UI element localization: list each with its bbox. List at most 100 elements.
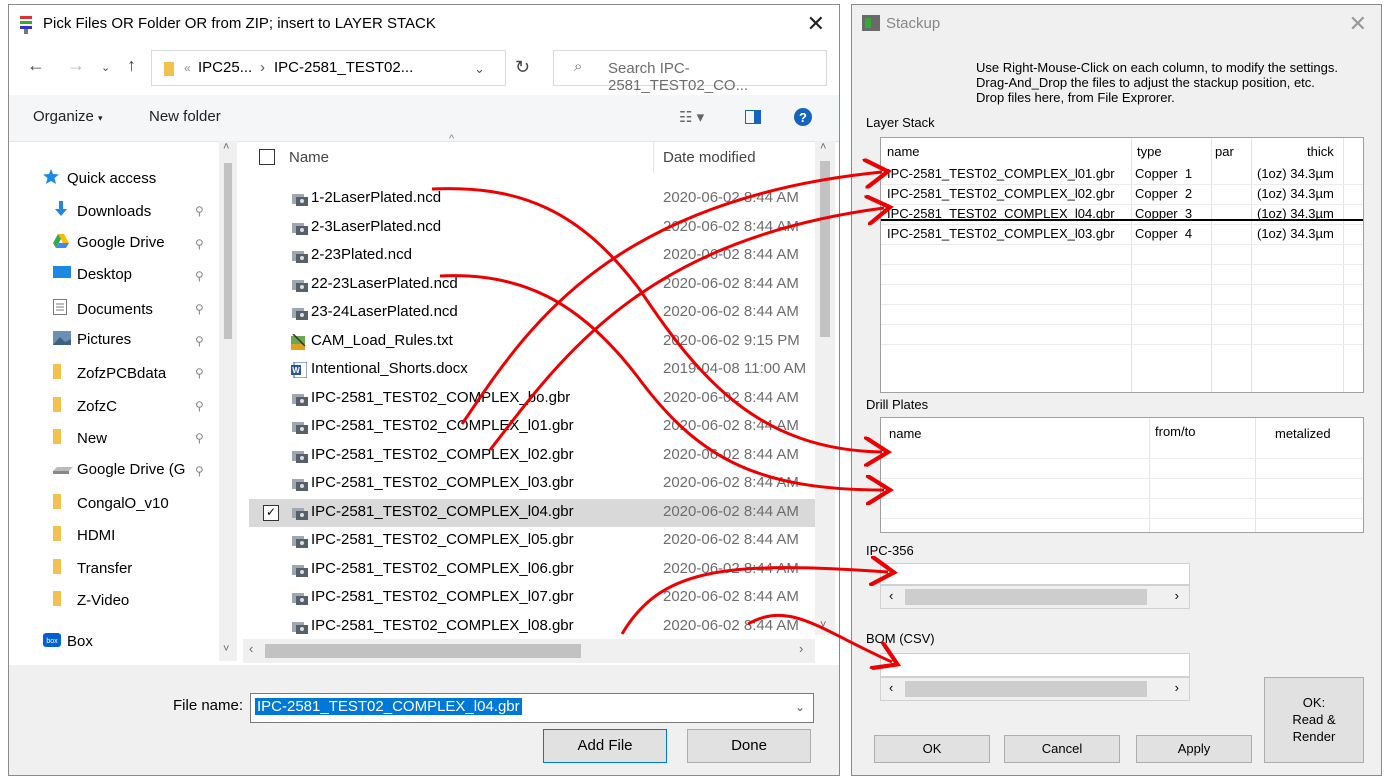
layer-row[interactable]: IPC-2581_TEST02_COMPLEX_l01.gbr Copper 1 (… [881,164,1363,184]
file-row[interactable]: W Intentional_Shorts.docx 2019-04-08 11:00… [249,356,819,384]
scroll-thumb[interactable] [820,161,830,337]
file-list-hscrollbar[interactable]: ‹ › [243,639,815,663]
scroll-up-icon[interactable]: ˄ [820,141,826,153]
file-checkbox[interactable]: ✓ [263,504,279,521]
ipc356-list[interactable] [880,563,1190,585]
chevron-down-icon[interactable]: ⌄ [793,700,807,714]
stackup-titlebar[interactable]: Stackup ✕ [852,5,1381,43]
nav-item[interactable]: HDMI [53,525,115,553]
scroll-thumb[interactable] [905,681,1147,697]
ok-button[interactable]: OK [874,735,990,763]
scroll-left-icon[interactable]: ‹ [889,680,893,695]
scroll-thumb[interactable] [265,644,581,658]
file-row[interactable]: 23-24LaserPlated.ncd 2020-06-02 8:44 AM [249,299,819,327]
file-row[interactable]: 2-3LaserPlated.ncd 2020-06-02 8:44 AM [249,214,819,242]
file-row[interactable]: IPC-2581_TEST02_COMPLEX_l02.gbr 2020-06-0… [249,442,819,470]
pin-icon[interactable]: ⚲ [195,334,204,348]
scroll-down-icon[interactable]: ˅ [820,619,826,631]
apply-button[interactable]: Apply [1136,735,1252,763]
close-icon[interactable]: ✕ [1349,11,1367,37]
refresh-icon[interactable]: ↻ [515,57,530,78]
organize-button[interactable]: Organize ▾ [33,108,103,125]
add-file-button[interactable]: Add File [543,729,667,763]
cancel-button[interactable]: Cancel [1004,735,1120,763]
nav-item[interactable]: Google Drive (G [53,461,185,489]
done-button[interactable]: Done [687,729,811,763]
pin-icon[interactable]: ⚲ [195,464,204,478]
drill-name-column[interactable]: name [889,426,922,441]
scroll-right-icon[interactable]: › [1175,680,1179,695]
new-folder-button[interactable]: New folder [149,108,221,125]
file-row[interactable]: IPC-2581_TEST02_COMPLEX_l06.gbr 2020-06-0… [249,556,819,584]
file-row[interactable]: IPC-2581_TEST02_COMPLEX_l07.gbr 2020-06-0… [249,584,819,612]
nav-item[interactable]: Google Drive [53,234,165,262]
back-arrow-icon[interactable]: ← [27,55,45,76]
file-row[interactable]: IPC-2581_TEST02_COMPLEX_bo.gbr 2020-06-02… [249,385,819,413]
layer-row[interactable]: IPC-2581_TEST02_COMPLEX_l03.gbr Copper 4 (… [881,224,1363,244]
pin-icon[interactable]: ⚲ [195,431,204,445]
help-icon[interactable]: ? [793,107,813,127]
scroll-right-icon[interactable]: › [799,641,803,656]
layer-type-column[interactable]: type [1137,144,1162,159]
scroll-left-icon[interactable]: ‹ [889,588,893,603]
scroll-up-icon[interactable]: ˄ [223,141,229,153]
pin-icon[interactable]: ⚲ [195,302,204,316]
bom-list[interactable] [880,653,1190,677]
scroll-thumb[interactable] [224,163,232,339]
pin-icon[interactable]: ⚲ [195,366,204,380]
file-list-scrollbar[interactable]: ˄ ˅ [815,141,835,635]
name-column-header[interactable]: Name [289,149,329,166]
bom-hscrollbar[interactable]: ‹ › [880,677,1190,701]
pin-icon[interactable]: ⚲ [195,269,204,283]
drill-fromto-column[interactable]: from/to [1155,424,1195,439]
layer-row[interactable]: IPC-2581_TEST02_COMPLEX_l02.gbr Copper 2 (… [881,184,1363,204]
layer-par-column[interactable]: par [1215,144,1234,159]
select-all-checkbox[interactable] [259,149,275,165]
chevron-down-icon[interactable]: ⌄ [474,61,485,77]
recent-dropdown-icon[interactable]: ⌄ [101,61,110,74]
ipc356-hscrollbar[interactable]: ‹ › [880,585,1190,609]
scroll-down-icon[interactable]: ˅ [223,643,229,655]
file-row[interactable]: IPC-2581_TEST02_COMPLEX_l03.gbr 2020-06-0… [249,470,819,498]
layer-name-column[interactable]: name [887,144,920,159]
up-arrow-icon[interactable]: ↑ [127,55,136,76]
ok-read-render-button[interactable]: OK: Read & Render [1264,677,1364,763]
pin-icon[interactable]: ⚲ [195,237,204,251]
search-input[interactable]: ⌕ Search IPC-2581_TEST02_CO... [553,50,827,94]
file-row[interactable]: CAM_Load_Rules.txt 2020-06-02 9:15 PM [249,328,819,356]
drill-metalized-column[interactable]: metalized [1275,426,1331,441]
nav-item[interactable]: Z-Video [53,590,129,618]
layer-thick-column[interactable]: thick [1307,144,1334,159]
navigation-scrollbar[interactable]: ˄ ˅ [219,141,237,661]
nav-item[interactable]: Desktop [53,266,132,294]
pin-icon[interactable]: ⚲ [195,204,204,218]
drill-plates-grid[interactable]: name from/to metalized [880,417,1364,533]
layer-row[interactable]: IPC-2581_TEST02_COMPLEX_l04.gbr Copper 3(… [881,204,1363,224]
nav-item[interactable]: Documents [53,299,153,327]
scroll-right-icon[interactable]: › [1175,588,1179,603]
file-row[interactable]: ✓ IPC-2581_TEST02_COMPLEX_l04.gbr 2020-06-… [249,498,819,527]
scroll-left-icon[interactable]: ‹ [249,641,253,656]
nav-item[interactable]: Pictures [53,331,131,359]
file-row[interactable]: IPC-2581_TEST02_COMPLEX_l08.gbr 2020-06-0… [249,613,819,640]
forward-arrow-icon[interactable]: → [67,55,85,76]
nav-item[interactable]: CongalO_v10 [53,493,169,521]
file-row[interactable]: 2-23Plated.ncd 2020-06-02 8:44 AM [249,242,819,270]
nav-item[interactable]: Downloads [53,201,151,229]
nav-item[interactable]: ZofzPCBdata [53,363,166,391]
file-row[interactable]: 1-2LaserPlated.ncd 2020-06-02 8:44 AM [249,185,819,213]
view-options-icon[interactable]: ☷ ▾ [679,108,704,126]
breadcrumb-item[interactable]: IPC25... [198,59,252,76]
file-dialog-titlebar[interactable]: Pick Files OR Folder OR from ZIP; insert… [9,5,839,43]
close-icon[interactable]: ✕ [807,11,825,37]
file-row[interactable]: IPC-2581_TEST02_COMPLEX_l05.gbr 2020-06-0… [249,527,819,555]
preview-pane-icon[interactable] [745,110,761,124]
nav-item[interactable]: Transfer [53,558,132,586]
nav-item[interactable]: New [53,428,107,456]
file-row[interactable]: IPC-2581_TEST02_COMPLEX_l01.gbr 2020-06-0… [249,413,819,441]
file-name-input[interactable]: IPC-2581_TEST02_COMPLEX_l04.gbr ⌄ [250,693,814,723]
nav-item[interactable]: ZofzC [53,396,117,424]
column-divider[interactable] [653,141,654,173]
nav-item[interactable]: box Box [43,633,93,661]
breadcrumb-item[interactable]: IPC-2581_TEST02... [274,59,413,76]
